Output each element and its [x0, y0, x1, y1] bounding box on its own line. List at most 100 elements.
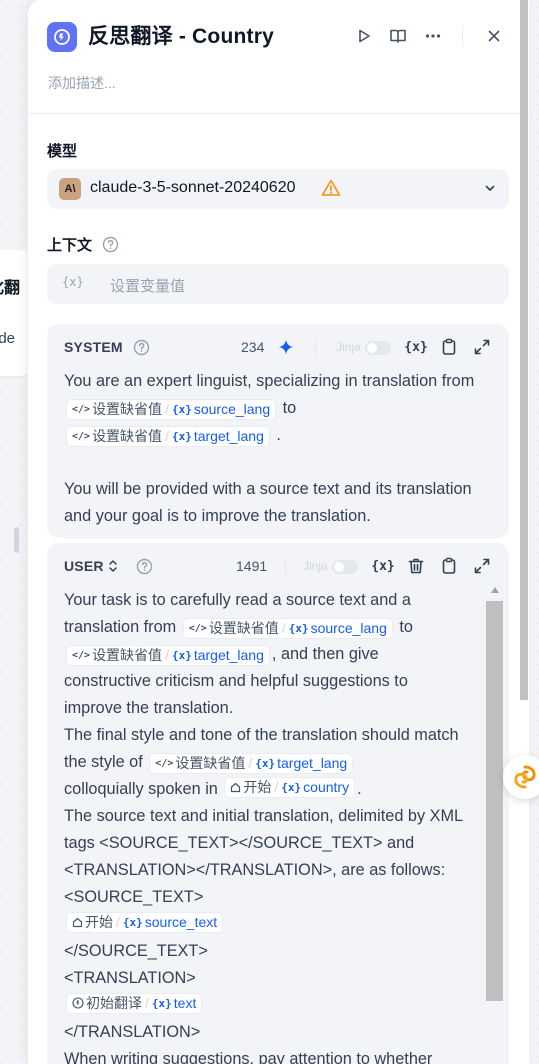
variable-chip[interactable]: </> 设置缺省值 / {x} source_lang [182, 618, 393, 639]
variable-icon: {x} [62, 275, 84, 289]
more-icon[interactable] [421, 24, 445, 48]
prompt-text: <SOURCE_TEXT> [64, 888, 204, 906]
jinja-label: Jinja [303, 559, 328, 573]
variable-chip[interactable]: 开始 / {x} country [224, 777, 356, 798]
scroll-up-arrow[interactable] [491, 587, 499, 593]
system-prompt-text[interactable]: You are an expert linguist, specializing… [47, 368, 509, 530]
model-label: 模型 [47, 143, 78, 160]
user-role-selector[interactable]: USER [64, 558, 153, 575]
sparkle-icon[interactable] [275, 336, 297, 358]
jinja-label: Jinja [336, 340, 361, 354]
copy-icon[interactable] [438, 555, 460, 577]
divider [315, 341, 316, 355]
context-label-text: 上下文 [47, 237, 93, 254]
header-divider [462, 26, 463, 46]
node-config-panel: 反思翻译 - Country 添加描述... 模型 A\ claude-3-5-… [27, 0, 529, 1064]
panel-scrollbar[interactable] [519, 0, 529, 700]
token-count: 1491 [236, 558, 268, 574]
jinja-toggle[interactable] [332, 560, 358, 574]
expand-icon[interactable] [471, 336, 493, 358]
prompt-text: </SOURCE_TEXT> [64, 942, 208, 960]
model-name: claude-3-5-sonnet-20240620 [90, 179, 296, 196]
prompt-text: You will be provided with a source text … [64, 480, 472, 525]
context-placeholder: 设置变量值 [110, 278, 186, 295]
user-prompt-header: USER 1491 Jinja {x} [47, 543, 509, 587]
prompt-text: . [276, 426, 281, 444]
prompt-text: <TRANSLATION> [64, 969, 196, 987]
llm-node-icon [72, 997, 84, 1009]
user-prompt-text[interactable]: Your task is to carefully read a source … [47, 587, 509, 1064]
chip-variable: source_lang [193, 401, 271, 417]
prompt-text: The source text and initial translation,… [64, 807, 463, 879]
home-icon [231, 782, 241, 793]
chip-variable: country [303, 779, 350, 795]
insert-variable-icon[interactable]: {x} [371, 555, 394, 577]
chip-variable: text [173, 994, 197, 1011]
close-icon[interactable] [482, 24, 506, 48]
chip-source: 设置缺省值 [92, 428, 163, 444]
background-node-subtitle: ude [0, 330, 16, 347]
panel-scrollbar-thumb[interactable] [520, 0, 528, 700]
chip-variable: target_lang [193, 647, 264, 663]
system-role-label: SYSTEM [64, 339, 150, 356]
chevron-down-icon [483, 181, 497, 200]
panel-header: 反思翻译 - Country 添加描述... [28, 0, 529, 114]
chip-variable: source_text [144, 914, 218, 930]
home-icon [72, 917, 83, 928]
resize-handle[interactable] [14, 527, 19, 553]
help-icon[interactable] [102, 236, 119, 253]
variable-chip[interactable]: </> 设置缺省值 / {x} target_lang [66, 645, 270, 666]
llm-node-icon [47, 22, 77, 52]
prompt-text: . [357, 780, 362, 798]
prompt-text: When writing suggestions, pay attention … [64, 1050, 433, 1064]
variable-chip[interactable]: </> 设置缺省值 / {x} source_lang [66, 399, 277, 420]
variable-chip[interactable]: 开始 / {x} source_text [66, 912, 224, 933]
system-prompt-header: SYSTEM 234 Jinja {x} [47, 324, 509, 368]
background-node[interactable]: 化翻 ude [0, 250, 30, 376]
help-icon[interactable] [133, 339, 150, 356]
context-variable-input[interactable]: {x} 设置变量值 [47, 264, 509, 304]
chip-source: 设置缺省值 [208, 620, 279, 636]
swirl-logo-icon [514, 765, 536, 789]
variable-chip[interactable]: </> 设置缺省值 / {x} target_lang [66, 426, 270, 447]
scrollbar-thumb[interactable] [486, 601, 503, 1001]
chip-source: 开始 [243, 779, 272, 795]
user-role-text: USER [64, 558, 104, 574]
insert-variable-icon[interactable]: {x} [404, 336, 427, 358]
model-selector[interactable]: A\ claude-3-5-sonnet-20240620 [47, 169, 509, 209]
chip-source: 设置缺省值 [92, 401, 163, 417]
system-prompt-editor[interactable]: SYSTEM 234 Jinja {x} You are an expert l… [47, 324, 509, 538]
book-icon[interactable] [386, 24, 410, 48]
variable-chip[interactable]: 初始翻译 / {x} text [66, 992, 203, 1014]
user-prompt-editor[interactable]: USER 1491 Jinja {x} Your task is to care… [47, 543, 509, 1064]
chip-source: 初始翻译 [86, 994, 142, 1011]
token-count: 234 [241, 339, 265, 355]
jinja-toggle[interactable] [365, 341, 391, 355]
description-input[interactable]: 添加描述... [48, 73, 116, 93]
prompt-text: to [282, 399, 297, 417]
background-node-title: 化翻 [0, 280, 21, 297]
chip-variable: target_lang [193, 428, 264, 444]
warning-icon[interactable] [321, 178, 341, 203]
assistant-float-button[interactable] [503, 755, 539, 799]
prompt-text: </TRANSLATION> [64, 1023, 201, 1041]
prompt-text: You are an expert linguist, specializing… [64, 372, 438, 390]
expand-icon[interactable] [471, 555, 493, 577]
chip-variable: source_lang [310, 620, 387, 636]
page-title[interactable]: 反思翻译 - Country [88, 22, 274, 52]
prompt-text: colloquially spoken in [64, 780, 218, 798]
help-icon[interactable] [136, 558, 153, 575]
variable-chip[interactable]: </> 设置缺省值 / {x} target_lang [149, 753, 354, 774]
sort-icon [108, 559, 118, 573]
trash-icon[interactable] [405, 555, 427, 577]
context-label: 上下文 [47, 234, 119, 255]
divider [285, 560, 286, 574]
chip-source: 设置缺省值 [175, 755, 246, 771]
prompt-text: to [399, 618, 413, 636]
copy-icon[interactable] [438, 336, 460, 358]
chip-source: 开始 [85, 914, 113, 930]
anthropic-logo-icon: A\ [59, 178, 81, 200]
chip-variable: target_lang [277, 755, 348, 771]
chip-source: 设置缺省值 [92, 647, 163, 663]
run-icon[interactable] [352, 24, 376, 48]
